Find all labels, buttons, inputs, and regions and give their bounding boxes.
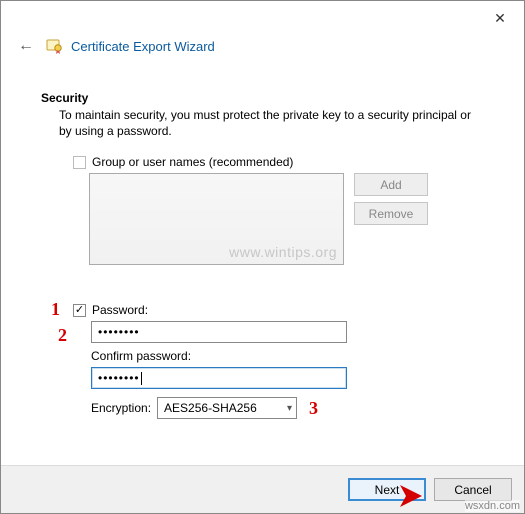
annotation-2: 2 bbox=[58, 325, 67, 346]
remove-button-label: Remove bbox=[369, 207, 414, 221]
wizard-header: ← Certificate Export Wizard bbox=[1, 35, 524, 65]
cancel-button[interactable]: Cancel bbox=[434, 478, 512, 501]
group-box-row: www.wintips.org Add Remove bbox=[89, 173, 484, 265]
next-button-label: Next bbox=[375, 483, 400, 497]
password-checkbox[interactable] bbox=[73, 304, 86, 317]
add-button: Add bbox=[354, 173, 428, 196]
group-checkbox[interactable] bbox=[73, 156, 86, 169]
password-block: 1 2 Password: •••••••• Confirm password:… bbox=[73, 303, 484, 419]
titlebar: ✕ bbox=[1, 1, 524, 35]
encryption-label: Encryption: bbox=[91, 401, 151, 415]
encryption-select[interactable]: AES256-SHA256 ▾ bbox=[157, 397, 297, 419]
chevron-down-icon: ▾ bbox=[287, 403, 292, 414]
confirm-password-value: •••••••• bbox=[98, 371, 140, 385]
wizard-title: Certificate Export Wizard bbox=[71, 39, 215, 54]
security-description: To maintain security, you must protect t… bbox=[59, 107, 484, 139]
certificate-icon bbox=[45, 37, 63, 55]
close-button[interactable]: ✕ bbox=[480, 4, 520, 32]
annotation-1: 1 bbox=[51, 299, 60, 320]
back-button[interactable]: ← bbox=[15, 35, 37, 57]
remove-button: Remove bbox=[354, 202, 428, 225]
wizard-footer: Next Cancel bbox=[1, 465, 524, 513]
confirm-password-label: Confirm password: bbox=[91, 349, 484, 363]
password-checkbox-row: Password: bbox=[73, 303, 484, 317]
wizard-window: ✕ ← Certificate Export Wizard Security T… bbox=[0, 0, 525, 514]
password-checkbox-label: Password: bbox=[92, 303, 148, 317]
next-button[interactable]: Next bbox=[348, 478, 426, 501]
attribution-text: wsxdn.com bbox=[465, 500, 520, 512]
security-heading: Security bbox=[41, 91, 484, 105]
content-area: Security To maintain security, you must … bbox=[1, 65, 524, 465]
encryption-value: AES256-SHA256 bbox=[164, 401, 257, 415]
group-checkbox-label: Group or user names (recommended) bbox=[92, 155, 293, 169]
group-side-buttons: Add Remove bbox=[354, 173, 428, 225]
confirm-password-input[interactable]: •••••••• bbox=[91, 367, 347, 389]
group-checkbox-row: Group or user names (recommended) bbox=[73, 155, 484, 169]
group-user-list: www.wintips.org bbox=[89, 173, 344, 265]
add-button-label: Add bbox=[380, 178, 401, 192]
password-input[interactable]: •••••••• bbox=[91, 321, 347, 343]
cancel-button-label: Cancel bbox=[454, 483, 491, 497]
back-arrow-icon: ← bbox=[18, 37, 34, 55]
annotation-3: 3 bbox=[309, 398, 318, 419]
text-cursor bbox=[141, 372, 142, 385]
password-value: •••••••• bbox=[98, 325, 140, 339]
encryption-row: Encryption: AES256-SHA256 ▾ 3 bbox=[91, 397, 484, 419]
watermark-text: www.wintips.org bbox=[229, 244, 337, 260]
close-icon: ✕ bbox=[494, 10, 506, 27]
